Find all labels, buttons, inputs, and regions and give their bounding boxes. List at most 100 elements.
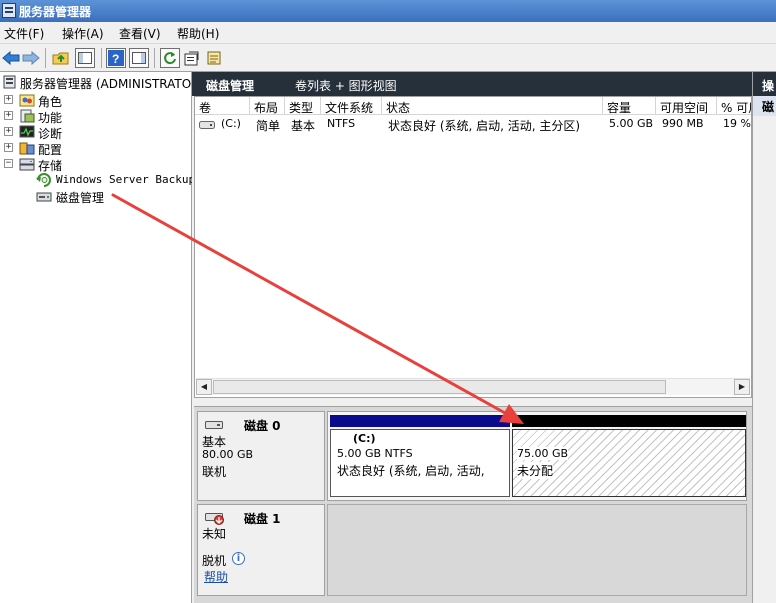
- column-header-capacity[interactable]: 容量: [603, 97, 656, 115]
- column-header-volume[interactable]: 卷: [195, 97, 250, 115]
- cell-free-space: 990 MB: [662, 117, 704, 130]
- column-header-percent-free[interactable]: % 可用: [717, 97, 751, 115]
- menu-file[interactable]: 文件(F): [4, 25, 44, 42]
- properties-icon[interactable]: [182, 48, 202, 68]
- volume-list: 卷 布局 类型 文件系统 状态 容量 可用空间 % 可用 (C:) 简单 基本 …: [194, 96, 752, 398]
- configuration-icon: [19, 142, 35, 155]
- disk-0-partitions: (C:) 5.00 GB NTFS 状态良好 (系统, 启动, 活动, 75.0…: [327, 411, 747, 501]
- scroll-right-button[interactable]: ▶: [734, 379, 750, 395]
- title-bar: 服务器管理器: [0, 0, 776, 22]
- partition-c-bar: [330, 415, 510, 427]
- column-header-layout[interactable]: 布局: [250, 97, 285, 115]
- partition-c-size: 5.00 GB NTFS: [337, 447, 413, 460]
- expand-icon[interactable]: +: [4, 95, 13, 104]
- cell-capacity: 5.00 GB: [609, 117, 654, 130]
- svg-text:?: ?: [112, 52, 119, 66]
- pane-subtitle: 卷列表 + 图形视图: [295, 79, 397, 93]
- unallocated-status: 未分配: [517, 462, 554, 479]
- expand-icon[interactable]: +: [4, 127, 13, 136]
- roles-icon: [19, 94, 35, 107]
- refresh-icon[interactable]: [160, 48, 180, 68]
- cell-filesystem: NTFS: [327, 117, 356, 130]
- disk-0-size: 80.00 GB: [202, 448, 254, 461]
- collapse-icon[interactable]: −: [4, 159, 13, 168]
- tree-item-roles[interactable]: + 角色: [2, 92, 190, 109]
- offline-disk-icon: [205, 513, 224, 525]
- tree-item-label: 磁盘管理: [56, 191, 105, 205]
- help-icon[interactable]: ?: [106, 48, 126, 68]
- partition-c-status: 状态良好 (系统, 启动, 活动,: [337, 464, 485, 478]
- backup-icon: [36, 173, 51, 187]
- column-header-filesystem[interactable]: 文件系统: [321, 97, 382, 115]
- scroll-left-button[interactable]: ◀: [196, 379, 212, 395]
- disk-0-label[interactable]: 磁盘 0 基本 80.00 GB 联机: [197, 411, 325, 501]
- disk-0-status: 联机: [202, 465, 227, 479]
- tree-item-windows-server-backup[interactable]: Windows Server Backup: [36, 172, 195, 188]
- server-manager-icon: [2, 3, 16, 18]
- disk-icon: [205, 421, 223, 429]
- actions-header: 操: [753, 72, 776, 96]
- tree-item-label: Windows Server Backup: [56, 173, 196, 186]
- tree-root-label: 服务器管理器 (ADMINISTRATOR): [20, 77, 205, 91]
- cell-type: 基本: [291, 119, 316, 132]
- unallocated-partition[interactable]: 75.00 GB 未分配: [512, 429, 746, 497]
- tree-item-configuration[interactable]: + 配置: [2, 140, 190, 157]
- menu-view[interactable]: 查看(V): [119, 25, 161, 42]
- scrollbar-thumb[interactable]: [213, 380, 666, 394]
- export-icon[interactable]: [204, 48, 224, 68]
- disk-1-partitions: [327, 504, 747, 596]
- menu-help[interactable]: 帮助(H): [177, 25, 219, 42]
- window-title: 服务器管理器: [19, 5, 92, 19]
- forward-icon[interactable]: [21, 48, 41, 68]
- actions-pane: 操 磁: [752, 72, 776, 603]
- actions-item[interactable]: 磁: [753, 96, 776, 116]
- disk-1-name: 磁盘 1: [244, 512, 281, 526]
- help-link[interactable]: 帮助: [204, 568, 228, 585]
- partition-c[interactable]: (C:) 5.00 GB NTFS 状态良好 (系统, 启动, 活动,: [330, 429, 510, 497]
- features-icon: [20, 109, 35, 123]
- diagnostics-icon: [19, 125, 35, 138]
- disk-1-label[interactable]: 磁盘 1 未知 脱机 i 帮助: [197, 504, 325, 596]
- show-hide-action-pane-icon[interactable]: [129, 48, 149, 68]
- disk-graphical-view: 磁盘 0 基本 80.00 GB 联机 (C:) 5.00 GB NTFS 状态…: [194, 406, 752, 603]
- pane-title: 磁盘管理: [206, 79, 255, 93]
- disk-0-name: 磁盘 0: [244, 419, 281, 433]
- tree-item-storage[interactable]: − 存储: [2, 156, 190, 173]
- column-header-type[interactable]: 类型: [285, 97, 321, 115]
- column-header-status[interactable]: 状态: [382, 97, 603, 115]
- menu-bar: 文件(F) 操作(A) 查看(V) 帮助(H): [0, 22, 776, 44]
- storage-icon: [19, 158, 35, 171]
- tree-item-features[interactable]: + 功能: [2, 108, 190, 125]
- toolbar-separator: [101, 48, 102, 68]
- tree-root[interactable]: 服务器管理器 (ADMINISTRATOR): [2, 74, 204, 91]
- cell-volume: (C:): [221, 117, 241, 130]
- volume-icon: [199, 121, 215, 129]
- unallocated-bar: [512, 415, 746, 427]
- unallocated-size: 75.00 GB: [517, 447, 569, 460]
- server-manager-icon: [3, 75, 16, 89]
- navigation-tree: 服务器管理器 (ADMINISTRATOR) + 角色 + 功能 + 诊断 + …: [0, 72, 204, 603]
- disk-1-status: 脱机: [202, 554, 227, 568]
- toolbar-separator: [154, 48, 155, 68]
- cell-percent-free: 19 %: [723, 117, 751, 130]
- show-hide-tree-icon[interactable]: [75, 48, 95, 68]
- menu-action[interactable]: 操作(A): [62, 25, 104, 42]
- main-pane: 磁盘管理 卷列表 + 图形视图 卷 布局 类型 文件系统 状态 容量 可用空间 …: [192, 72, 752, 603]
- back-icon[interactable]: [1, 48, 21, 68]
- horizontal-scrollbar[interactable]: ◀ ▶: [196, 378, 750, 395]
- toolbar: ?: [0, 44, 776, 72]
- tree-item-diagnostics[interactable]: + 诊断: [2, 124, 190, 141]
- info-icon[interactable]: i: [232, 552, 245, 565]
- expand-icon[interactable]: +: [4, 111, 13, 120]
- disk-1-type: 未知: [202, 527, 227, 541]
- up-folder-icon[interactable]: [51, 48, 71, 68]
- main-pane-header: 磁盘管理 卷列表 + 图形视图: [192, 72, 752, 96]
- expand-icon[interactable]: +: [4, 143, 13, 152]
- toolbar-separator: [45, 48, 46, 68]
- column-header-free-space[interactable]: 可用空间: [656, 97, 717, 115]
- cell-layout: 简单: [256, 119, 281, 132]
- disk-management-icon: [36, 192, 52, 202]
- cell-status: 状态良好 (系统, 启动, 活动, 主分区): [388, 119, 581, 132]
- tree-item-disk-management[interactable]: 磁盘管理: [36, 188, 190, 205]
- partition-c-name: (C:): [353, 432, 376, 445]
